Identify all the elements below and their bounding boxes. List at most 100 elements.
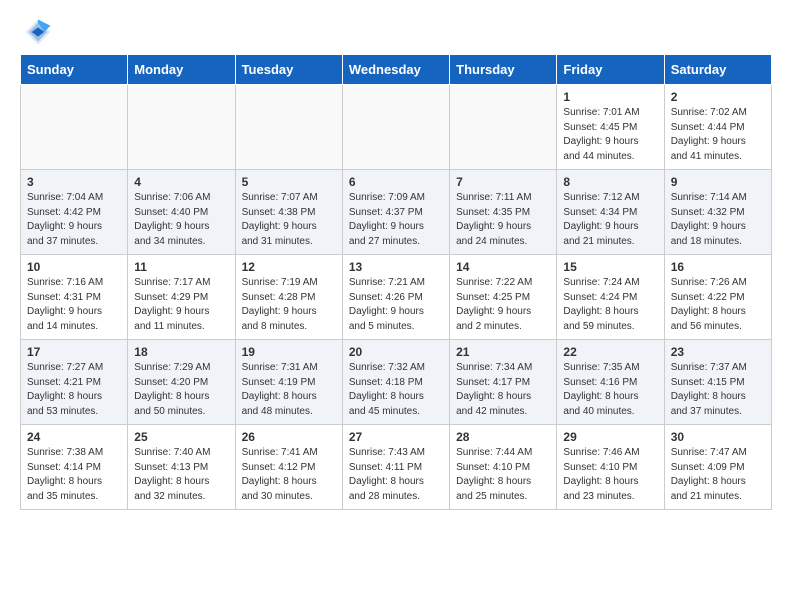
day-number: 8 (563, 175, 657, 189)
day-number: 10 (27, 260, 121, 274)
day-cell (235, 85, 342, 170)
day-number: 28 (456, 430, 550, 444)
day-info: Sunrise: 7:46 AM Sunset: 4:10 PM Dayligh… (563, 446, 657, 504)
weekday-header-tuesday: Tuesday (235, 55, 342, 85)
weekday-header-wednesday: Wednesday (342, 55, 449, 85)
day-info: Sunrise: 7:07 AM Sunset: 4:38 PM Dayligh… (242, 191, 336, 249)
day-info: Sunrise: 7:41 AM Sunset: 4:12 PM Dayligh… (242, 446, 336, 504)
day-info: Sunrise: 7:31 AM Sunset: 4:19 PM Dayligh… (242, 361, 336, 419)
day-cell: 14 Sunrise: 7:22 AM Sunset: 4:25 PM Dayli… (450, 255, 557, 340)
day-info: Sunrise: 7:04 AM Sunset: 4:42 PM Dayligh… (27, 191, 121, 249)
day-cell: 25 Sunrise: 7:40 AM Sunset: 4:13 PM Dayli… (128, 425, 235, 510)
day-info: Sunrise: 7:29 AM Sunset: 4:20 PM Dayligh… (134, 361, 228, 419)
day-number: 1 (563, 90, 657, 104)
day-number: 27 (349, 430, 443, 444)
day-number: 17 (27, 345, 121, 359)
day-cell: 4 Sunrise: 7:06 AM Sunset: 4:40 PM Daylig… (128, 170, 235, 255)
logo (24, 18, 56, 46)
day-cell: 19 Sunrise: 7:31 AM Sunset: 4:19 PM Dayli… (235, 340, 342, 425)
day-info: Sunrise: 7:02 AM Sunset: 4:44 PM Dayligh… (671, 106, 765, 164)
day-number: 21 (456, 345, 550, 359)
day-number: 20 (349, 345, 443, 359)
weekday-header-sunday: Sunday (21, 55, 128, 85)
day-cell (128, 85, 235, 170)
calendar-wrap: SundayMondayTuesdayWednesdayThursdayFrid… (0, 54, 792, 520)
day-info: Sunrise: 7:16 AM Sunset: 4:31 PM Dayligh… (27, 276, 121, 334)
day-cell (450, 85, 557, 170)
day-info: Sunrise: 7:27 AM Sunset: 4:21 PM Dayligh… (27, 361, 121, 419)
day-number: 25 (134, 430, 228, 444)
day-cell: 13Sunrise: 7:21 AM Sunset: 4:26 PM Dayli… (342, 255, 449, 340)
day-cell: 29 Sunrise: 7:46 AM Sunset: 4:10 PM Dayli… (557, 425, 664, 510)
week-row-4: 17 Sunrise: 7:27 AM Sunset: 4:21 PM Dayli… (21, 340, 772, 425)
day-number: 9 (671, 175, 765, 189)
day-info: Sunrise: 7:40 AM Sunset: 4:13 PM Dayligh… (134, 446, 228, 504)
weekday-header-thursday: Thursday (450, 55, 557, 85)
day-info: Sunrise: 7:26 AM Sunset: 4:22 PM Dayligh… (671, 276, 765, 334)
day-number: 3 (27, 175, 121, 189)
day-cell: 7 Sunrise: 7:11 AM Sunset: 4:35 PM Daylig… (450, 170, 557, 255)
day-info: Sunrise: 7:19 AM Sunset: 4:28 PM Dayligh… (242, 276, 336, 334)
weekday-header-saturday: Saturday (664, 55, 771, 85)
day-info: Sunrise: 7:24 AM Sunset: 4:24 PM Dayligh… (563, 276, 657, 334)
logo-icon (24, 18, 52, 46)
weekday-header-monday: Monday (128, 55, 235, 85)
day-info: Sunrise: 7:37 AM Sunset: 4:15 PM Dayligh… (671, 361, 765, 419)
weekday-header-row: SundayMondayTuesdayWednesdayThursdayFrid… (21, 55, 772, 85)
day-info: Sunrise: 7:38 AM Sunset: 4:14 PM Dayligh… (27, 446, 121, 504)
day-number: 14 (456, 260, 550, 274)
day-cell: 6 Sunrise: 7:09 AM Sunset: 4:37 PM Daylig… (342, 170, 449, 255)
day-cell: 26 Sunrise: 7:41 AM Sunset: 4:12 PM Dayli… (235, 425, 342, 510)
day-info: Sunrise: 7:09 AM Sunset: 4:37 PM Dayligh… (349, 191, 443, 249)
day-number: 11 (134, 260, 228, 274)
week-row-2: 3 Sunrise: 7:04 AM Sunset: 4:42 PM Daylig… (21, 170, 772, 255)
day-cell: 21 Sunrise: 7:34 AM Sunset: 4:17 PM Dayli… (450, 340, 557, 425)
day-cell (342, 85, 449, 170)
day-cell: 22 Sunrise: 7:35 AM Sunset: 4:16 PM Dayli… (557, 340, 664, 425)
day-number: 29 (563, 430, 657, 444)
day-number: 23 (671, 345, 765, 359)
day-cell: 23 Sunrise: 7:37 AM Sunset: 4:15 PM Dayli… (664, 340, 771, 425)
day-info: Sunrise: 7:22 AM Sunset: 4:25 PM Dayligh… (456, 276, 550, 334)
day-number: 6 (349, 175, 443, 189)
day-cell: 18 Sunrise: 7:29 AM Sunset: 4:20 PM Dayli… (128, 340, 235, 425)
day-cell: 30 Sunrise: 7:47 AM Sunset: 4:09 PM Dayli… (664, 425, 771, 510)
week-row-1: 1 Sunrise: 7:01 AM Sunset: 4:45 PM Daylig… (21, 85, 772, 170)
day-number: 30 (671, 430, 765, 444)
day-info: Sunrise: 7:06 AM Sunset: 4:40 PM Dayligh… (134, 191, 228, 249)
day-cell: 27 Sunrise: 7:43 AM Sunset: 4:11 PM Dayli… (342, 425, 449, 510)
day-number: 13 (349, 260, 443, 274)
day-cell: 2Sunrise: 7:02 AM Sunset: 4:44 PM Daylig… (664, 85, 771, 170)
day-cell: 11Sunrise: 7:17 AM Sunset: 4:29 PM Dayli… (128, 255, 235, 340)
day-number: 7 (456, 175, 550, 189)
page-header (0, 0, 792, 54)
day-cell: 10 Sunrise: 7:16 AM Sunset: 4:31 PM Dayli… (21, 255, 128, 340)
day-cell: 15 Sunrise: 7:24 AM Sunset: 4:24 PM Dayli… (557, 255, 664, 340)
day-info: Sunrise: 7:34 AM Sunset: 4:17 PM Dayligh… (456, 361, 550, 419)
day-number: 19 (242, 345, 336, 359)
calendar-table: SundayMondayTuesdayWednesdayThursdayFrid… (20, 54, 772, 510)
day-cell: 17 Sunrise: 7:27 AM Sunset: 4:21 PM Dayli… (21, 340, 128, 425)
day-number: 4 (134, 175, 228, 189)
week-row-5: 24Sunrise: 7:38 AM Sunset: 4:14 PM Dayli… (21, 425, 772, 510)
day-number: 5 (242, 175, 336, 189)
day-number: 15 (563, 260, 657, 274)
day-cell (21, 85, 128, 170)
day-info: Sunrise: 7:14 AM Sunset: 4:32 PM Dayligh… (671, 191, 765, 249)
day-cell: 20 Sunrise: 7:32 AM Sunset: 4:18 PM Dayli… (342, 340, 449, 425)
day-info: Sunrise: 7:35 AM Sunset: 4:16 PM Dayligh… (563, 361, 657, 419)
day-info: Sunrise: 7:47 AM Sunset: 4:09 PM Dayligh… (671, 446, 765, 504)
day-cell: 1 Sunrise: 7:01 AM Sunset: 4:45 PM Daylig… (557, 85, 664, 170)
day-info: Sunrise: 7:11 AM Sunset: 4:35 PM Dayligh… (456, 191, 550, 249)
day-number: 16 (671, 260, 765, 274)
day-number: 18 (134, 345, 228, 359)
calendar-body: 1 Sunrise: 7:01 AM Sunset: 4:45 PM Daylig… (21, 85, 772, 510)
day-info: Sunrise: 7:01 AM Sunset: 4:45 PM Dayligh… (563, 106, 657, 164)
day-number: 26 (242, 430, 336, 444)
day-info: Sunrise: 7:43 AM Sunset: 4:11 PM Dayligh… (349, 446, 443, 504)
day-cell: 3 Sunrise: 7:04 AM Sunset: 4:42 PM Daylig… (21, 170, 128, 255)
day-info: Sunrise: 7:32 AM Sunset: 4:18 PM Dayligh… (349, 361, 443, 419)
weekday-header-friday: Friday (557, 55, 664, 85)
day-number: 12 (242, 260, 336, 274)
day-number: 22 (563, 345, 657, 359)
